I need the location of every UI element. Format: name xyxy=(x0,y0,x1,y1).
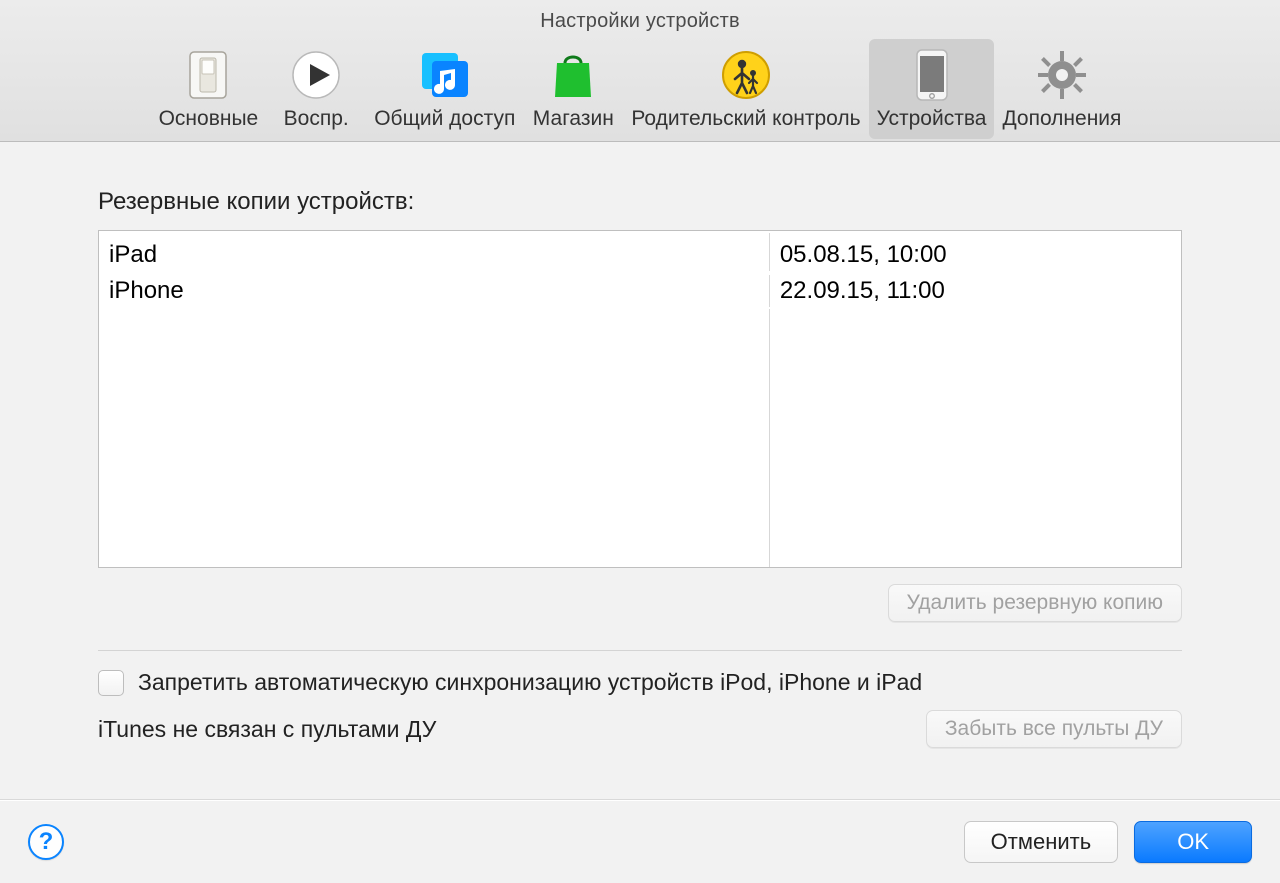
tab-strip: Основные Воспр. Общий доступ xyxy=(0,39,1280,139)
help-button[interactable]: ? xyxy=(28,824,64,860)
help-icon: ? xyxy=(39,828,54,856)
backup-name: iPhone xyxy=(99,275,770,307)
prevent-sync-checkbox[interactable] xyxy=(98,670,124,696)
tab-label: Магазин xyxy=(533,107,614,131)
tab-devices[interactable]: Устройства xyxy=(869,39,995,139)
switch-icon xyxy=(176,45,240,105)
parental-icon xyxy=(714,45,778,105)
tab-advanced[interactable]: Дополнения xyxy=(994,39,1129,139)
tab-label: Устройства xyxy=(877,107,987,131)
tab-playback[interactable]: Воспр. xyxy=(266,39,366,139)
prevent-sync-label: Запретить автоматическую синхронизацию у… xyxy=(138,669,922,696)
gear-icon xyxy=(1030,45,1094,105)
ok-button[interactable]: OK xyxy=(1134,821,1252,863)
tab-general[interactable]: Основные xyxy=(151,39,267,139)
backup-row[interactable]: iPhone 22.09.15, 11:00 xyxy=(99,273,1181,309)
play-icon xyxy=(284,45,348,105)
divider xyxy=(98,650,1182,651)
tab-store[interactable]: Магазин xyxy=(523,39,623,139)
forget-remotes-button[interactable]: Забыть все пульты ДУ xyxy=(926,710,1182,748)
cancel-button[interactable]: Отменить xyxy=(964,821,1119,863)
content-area: Резервные копии устройств: iPad 05.08.15… xyxy=(0,142,1280,748)
tab-label: Общий доступ xyxy=(374,107,515,131)
iphone-icon xyxy=(900,45,964,105)
delete-backup-button[interactable]: Удалить резервную копию xyxy=(888,584,1182,622)
backup-name: iPad xyxy=(99,233,770,271)
window-title: Настройки устройств xyxy=(0,6,1280,39)
device-backups-list[interactable]: iPad 05.08.15, 10:00 iPhone 22.09.15, 11… xyxy=(98,230,1182,568)
tab-label: Воспр. xyxy=(284,107,349,131)
prevent-sync-row: Запретить автоматическую синхронизацию у… xyxy=(98,669,1182,696)
backup-date: 22.09.15, 11:00 xyxy=(770,275,1181,307)
bottom-bar: ? Отменить OK xyxy=(0,799,1280,883)
tab-label: Дополнения xyxy=(1002,107,1121,131)
tab-parental[interactable]: Родительский контроль xyxy=(623,39,868,139)
music-stack-icon xyxy=(413,45,477,105)
backups-label: Резервные копии устройств: xyxy=(98,188,1182,216)
tab-label: Основные xyxy=(159,107,259,131)
remotes-status-label: iTunes не связан с пультами ДУ xyxy=(98,716,436,743)
tab-sharing[interactable]: Общий доступ xyxy=(366,39,523,139)
tab-label: Родительский контроль xyxy=(631,107,860,131)
backup-date: 05.08.15, 10:00 xyxy=(770,233,1181,271)
backup-row[interactable]: iPad 05.08.15, 10:00 xyxy=(99,231,1181,273)
preferences-toolbar: Настройки устройств Основные Воспр. xyxy=(0,0,1280,142)
shopping-bag-icon xyxy=(541,45,605,105)
